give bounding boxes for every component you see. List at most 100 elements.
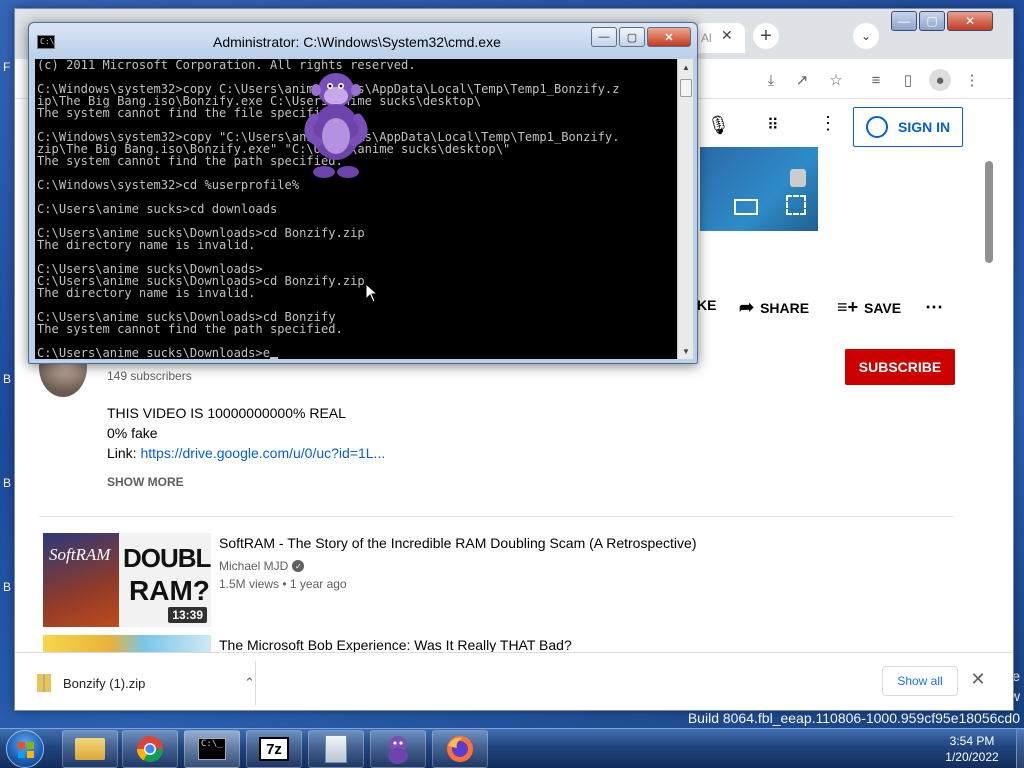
show-desktop-button[interactable]	[1016, 729, 1024, 768]
chrome-close-button[interactable]: ✕	[947, 11, 993, 31]
system-clock[interactable]: 3:54 PM 1/20/2022	[932, 733, 1012, 765]
recommended-video[interactable]: SoftRAM DOUBLE RAM?! 13:39 SoftRAM - The…	[43, 533, 943, 629]
cmd-close-button[interactable]: ✕	[647, 27, 691, 47]
close-icon[interactable]: ✕	[968, 667, 988, 691]
chrome-menu-icon[interactable]: ⋮	[961, 69, 983, 91]
page-scrollbar[interactable]	[985, 161, 993, 263]
share-arrow-icon: ➦	[739, 297, 755, 317]
console-prompt-line: C:\Users\anime sucks\Downloads>e	[37, 347, 619, 359]
tab-search-chevron-icon[interactable]: ⌄	[853, 23, 879, 49]
taskbar-installer[interactable]	[308, 730, 364, 768]
microphone-icon[interactable]: 🎙	[707, 115, 730, 136]
apps-grid-icon[interactable]: ⠿	[767, 115, 779, 135]
save-label: SAVE	[864, 299, 902, 316]
video-title[interactable]: The Microsoft Bob Experience: Was It Rea…	[219, 637, 572, 652]
cmd-minimize-button[interactable]: —	[591, 27, 617, 47]
scroll-up-icon[interactable]: ▲	[678, 59, 694, 75]
share-button[interactable]: ➦ SHARE	[739, 297, 809, 318]
firefox-icon	[447, 736, 473, 762]
desktop-icon-label[interactable]: B	[3, 580, 11, 594]
sign-in-label: SIGN IN	[898, 119, 951, 135]
download-item[interactable]: Bonzify (1).zip ⌃	[37, 667, 255, 699]
download-shelf: Bonzify (1).zip ⌃ Show all ✕	[15, 652, 1013, 710]
taskbar-7zip[interactable]: 7z	[246, 730, 302, 768]
tab-label: Al	[701, 31, 712, 45]
clock-time: 3:54 PM	[949, 734, 995, 748]
profile-icon[interactable]: ●	[929, 69, 951, 91]
windows-logo-icon	[18, 742, 34, 758]
scroll-thumb[interactable]	[680, 79, 692, 97]
like-label: KE	[697, 297, 717, 313]
divider	[39, 516, 955, 517]
link-prefix: Link:	[107, 445, 141, 461]
divider	[255, 661, 256, 705]
video-thumbnail[interactable]: SoftRAM DOUBLE RAM?! 13:39	[43, 533, 211, 627]
reading-list-icon[interactable]: ≡	[865, 69, 887, 91]
save-button[interactable]: ≡+ SAVE	[837, 297, 901, 318]
console-line: C:\Users\anime sucks>cd downloads	[37, 202, 278, 216]
scroll-down-icon[interactable]: ▼	[678, 343, 694, 359]
tab-close-icon[interactable]: ✕	[721, 27, 733, 44]
more-actions-icon[interactable]: ⋯	[925, 297, 943, 318]
thumbnail-text: DOUBLE	[123, 543, 211, 573]
video-duration: 13:39	[168, 607, 207, 623]
thumbnail-text: RAM?!	[129, 575, 211, 606]
fullscreen-icon[interactable]	[786, 195, 806, 215]
video-meta: 1.5M views • 1 year ago	[219, 577, 347, 591]
description-line: THIS VIDEO IS 10000000000% REAL	[107, 405, 346, 421]
description-line: 0% fake	[107, 425, 158, 441]
more-options-icon[interactable]: ⋮	[819, 113, 837, 134]
description-link[interactable]: https://drive.google.com/u/0/uc?id=1L...	[140, 445, 385, 461]
video-thumbnail[interactable]	[43, 635, 211, 652]
recommended-video[interactable]: The Microsoft Bob Experience: Was It Rea…	[43, 635, 943, 652]
recycle-bin-icon	[790, 169, 806, 187]
start-button[interactable]	[6, 730, 44, 768]
playlist-add-icon: ≡+	[837, 297, 859, 317]
share-label: SHARE	[760, 299, 810, 316]
download-file-name: Bonzify (1).zip	[63, 675, 146, 691]
tab-partial[interactable]: Al	[695, 23, 745, 53]
show-more-button[interactable]: SHOW MORE	[107, 475, 184, 489]
new-tab-button[interactable]: +	[753, 23, 779, 49]
folder-icon	[75, 738, 105, 760]
subscribe-button[interactable]: SUBSCRIBE	[845, 349, 955, 385]
chrome-maximize-button[interactable]: ▢	[919, 11, 945, 31]
theater-mode-icon[interactable]	[734, 199, 758, 215]
cmd-title: Administrator: C:\Windows\System32\cmd.e…	[213, 34, 501, 50]
video-title[interactable]: SoftRAM - The Story of the Incredible RA…	[219, 535, 697, 551]
cmd-icon: C:\_	[37, 35, 59, 49]
bonzi-buddy-character[interactable]	[300, 68, 370, 184]
description-link-line: Link: https://drive.google.com/u/0/uc?id…	[107, 445, 385, 461]
verified-check-icon: ✓	[292, 560, 305, 572]
video-player-partial[interactable]	[700, 147, 818, 231]
desktop-icon-label[interactable]: B	[3, 476, 11, 490]
taskbar-firefox[interactable]	[432, 730, 488, 768]
install-icon[interactable]: ⤓	[760, 69, 782, 91]
taskbar-bonzi[interactable]	[370, 730, 426, 768]
show-all-button[interactable]: Show all	[882, 666, 958, 696]
share-icon[interactable]: ↗	[791, 69, 813, 91]
desktop-icon-label[interactable]: F	[3, 60, 10, 74]
cmd-scrollbar[interactable]: ▲ ▼	[677, 59, 693, 359]
sign-in-button[interactable]: SIGN IN	[853, 107, 963, 147]
bookmark-star-icon[interactable]: ☆	[825, 69, 847, 91]
like-button[interactable]: KE	[697, 297, 716, 313]
build-watermark: Build 8064.fbl_eeap.110806-1000.959cf95e…	[687, 710, 1020, 726]
cmd-titlebar[interactable]: C:\_ Administrator: C:\Windows\System32\…	[29, 23, 697, 57]
desktop-icon-label[interactable]: B	[3, 372, 11, 386]
chrome-icon	[136, 736, 164, 763]
chevron-up-icon[interactable]: ⌃	[244, 675, 255, 691]
bonzi-icon	[388, 736, 408, 764]
taskbar-explorer[interactable]	[62, 730, 118, 768]
clock-date: 1/20/2022	[945, 750, 999, 764]
cmd-maximize-button[interactable]: ▢	[619, 27, 645, 47]
taskbar-cmd[interactable]: C:\_	[184, 730, 240, 768]
seven-zip-icon: 7z	[259, 737, 289, 761]
subscriber-count: 149 subscribers	[107, 369, 192, 383]
thumbnail-text: SoftRAM	[49, 545, 111, 564]
side-panel-icon[interactable]: ▯	[897, 69, 919, 91]
channel-name[interactable]: Michael MJD ✓	[219, 559, 305, 573]
console-line: The directory name is invalid.	[37, 286, 256, 300]
chrome-minimize-button[interactable]: —	[891, 11, 917, 31]
taskbar-chrome[interactable]	[122, 730, 178, 768]
